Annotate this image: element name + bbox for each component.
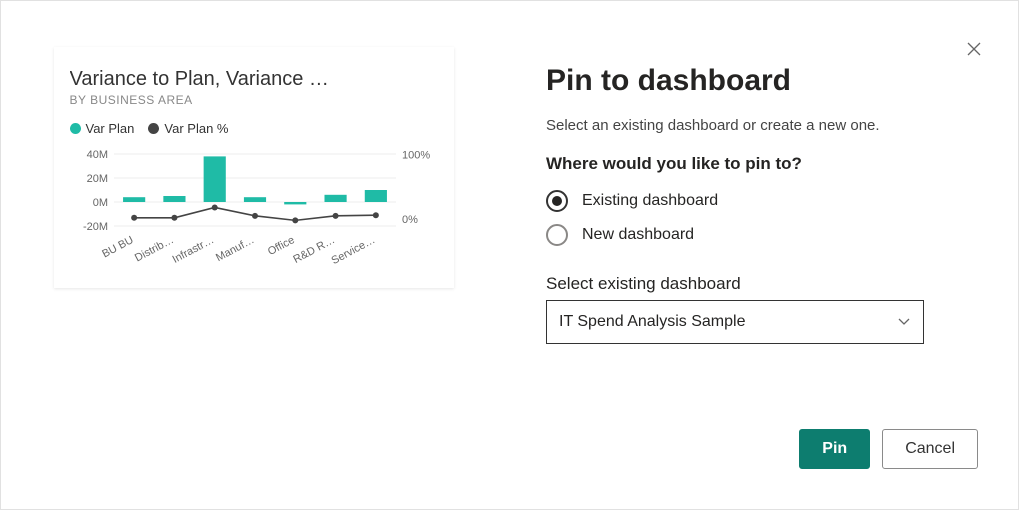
svg-text:R&D R…: R&D R… bbox=[291, 234, 337, 266]
form-panel: Pin to dashboard Select an existing dash… bbox=[506, 1, 1018, 509]
legend-item-var-plan: Var Plan bbox=[70, 121, 135, 136]
svg-text:Infrastr…: Infrastr… bbox=[170, 234, 216, 266]
svg-text:Manuf…: Manuf… bbox=[214, 234, 256, 264]
where-label: Where would you like to pin to? bbox=[546, 154, 978, 174]
select-dashboard-label: Select existing dashboard bbox=[546, 274, 978, 294]
chevron-down-icon bbox=[897, 317, 911, 327]
dialog-footer: Pin Cancel bbox=[546, 429, 978, 479]
svg-text:40M: 40M bbox=[86, 149, 107, 161]
select-value: IT Spend Analysis Sample bbox=[559, 313, 745, 331]
radio-existing-dashboard[interactable]: Existing dashboard bbox=[546, 184, 978, 218]
radio-new-dashboard[interactable]: New dashboard bbox=[546, 218, 978, 252]
svg-text:100%: 100% bbox=[402, 149, 430, 161]
radio-label: Existing dashboard bbox=[582, 192, 718, 210]
tile-title: Variance to Plan, Variance … bbox=[70, 67, 450, 91]
report-tile: Variance to Plan, Variance … BY BUSINESS… bbox=[54, 47, 454, 288]
legend-swatch bbox=[148, 123, 159, 134]
legend-label: Var Plan bbox=[86, 121, 135, 136]
radio-icon bbox=[546, 224, 568, 246]
dialog-description: Select an existing dashboard or create a… bbox=[546, 117, 978, 134]
svg-text:BU BU: BU BU bbox=[100, 234, 135, 260]
legend-item-var-plan-pct: Var Plan % bbox=[148, 121, 228, 136]
preview-panel: Variance to Plan, Variance … BY BUSINESS… bbox=[1, 1, 506, 509]
svg-text:20M: 20M bbox=[86, 173, 107, 185]
tile-subtitle: BY BUSINESS AREA bbox=[70, 93, 450, 107]
chart: -20M 0M 20M 40M 0% 100% BU BUDistrib…Infrastr…… bbox=[70, 144, 450, 274]
legend-swatch bbox=[70, 123, 81, 134]
svg-text:0M: 0M bbox=[92, 197, 107, 209]
radio-icon bbox=[546, 190, 568, 212]
dialog-title: Pin to dashboard bbox=[546, 63, 978, 99]
svg-text:-20M: -20M bbox=[82, 221, 107, 233]
radio-label: New dashboard bbox=[582, 226, 694, 244]
pin-button[interactable]: Pin bbox=[799, 429, 870, 469]
cancel-button[interactable]: Cancel bbox=[882, 429, 978, 469]
svg-text:Service…: Service… bbox=[329, 234, 377, 267]
legend-label: Var Plan % bbox=[164, 121, 228, 136]
svg-text:Distrib…: Distrib… bbox=[132, 234, 175, 264]
pin-to-dashboard-dialog: Variance to Plan, Variance … BY BUSINESS… bbox=[0, 0, 1019, 510]
svg-text:0%: 0% bbox=[402, 214, 418, 226]
dashboard-select[interactable]: IT Spend Analysis Sample bbox=[546, 300, 924, 344]
chart-legend: Var Plan Var Plan % bbox=[70, 121, 450, 136]
